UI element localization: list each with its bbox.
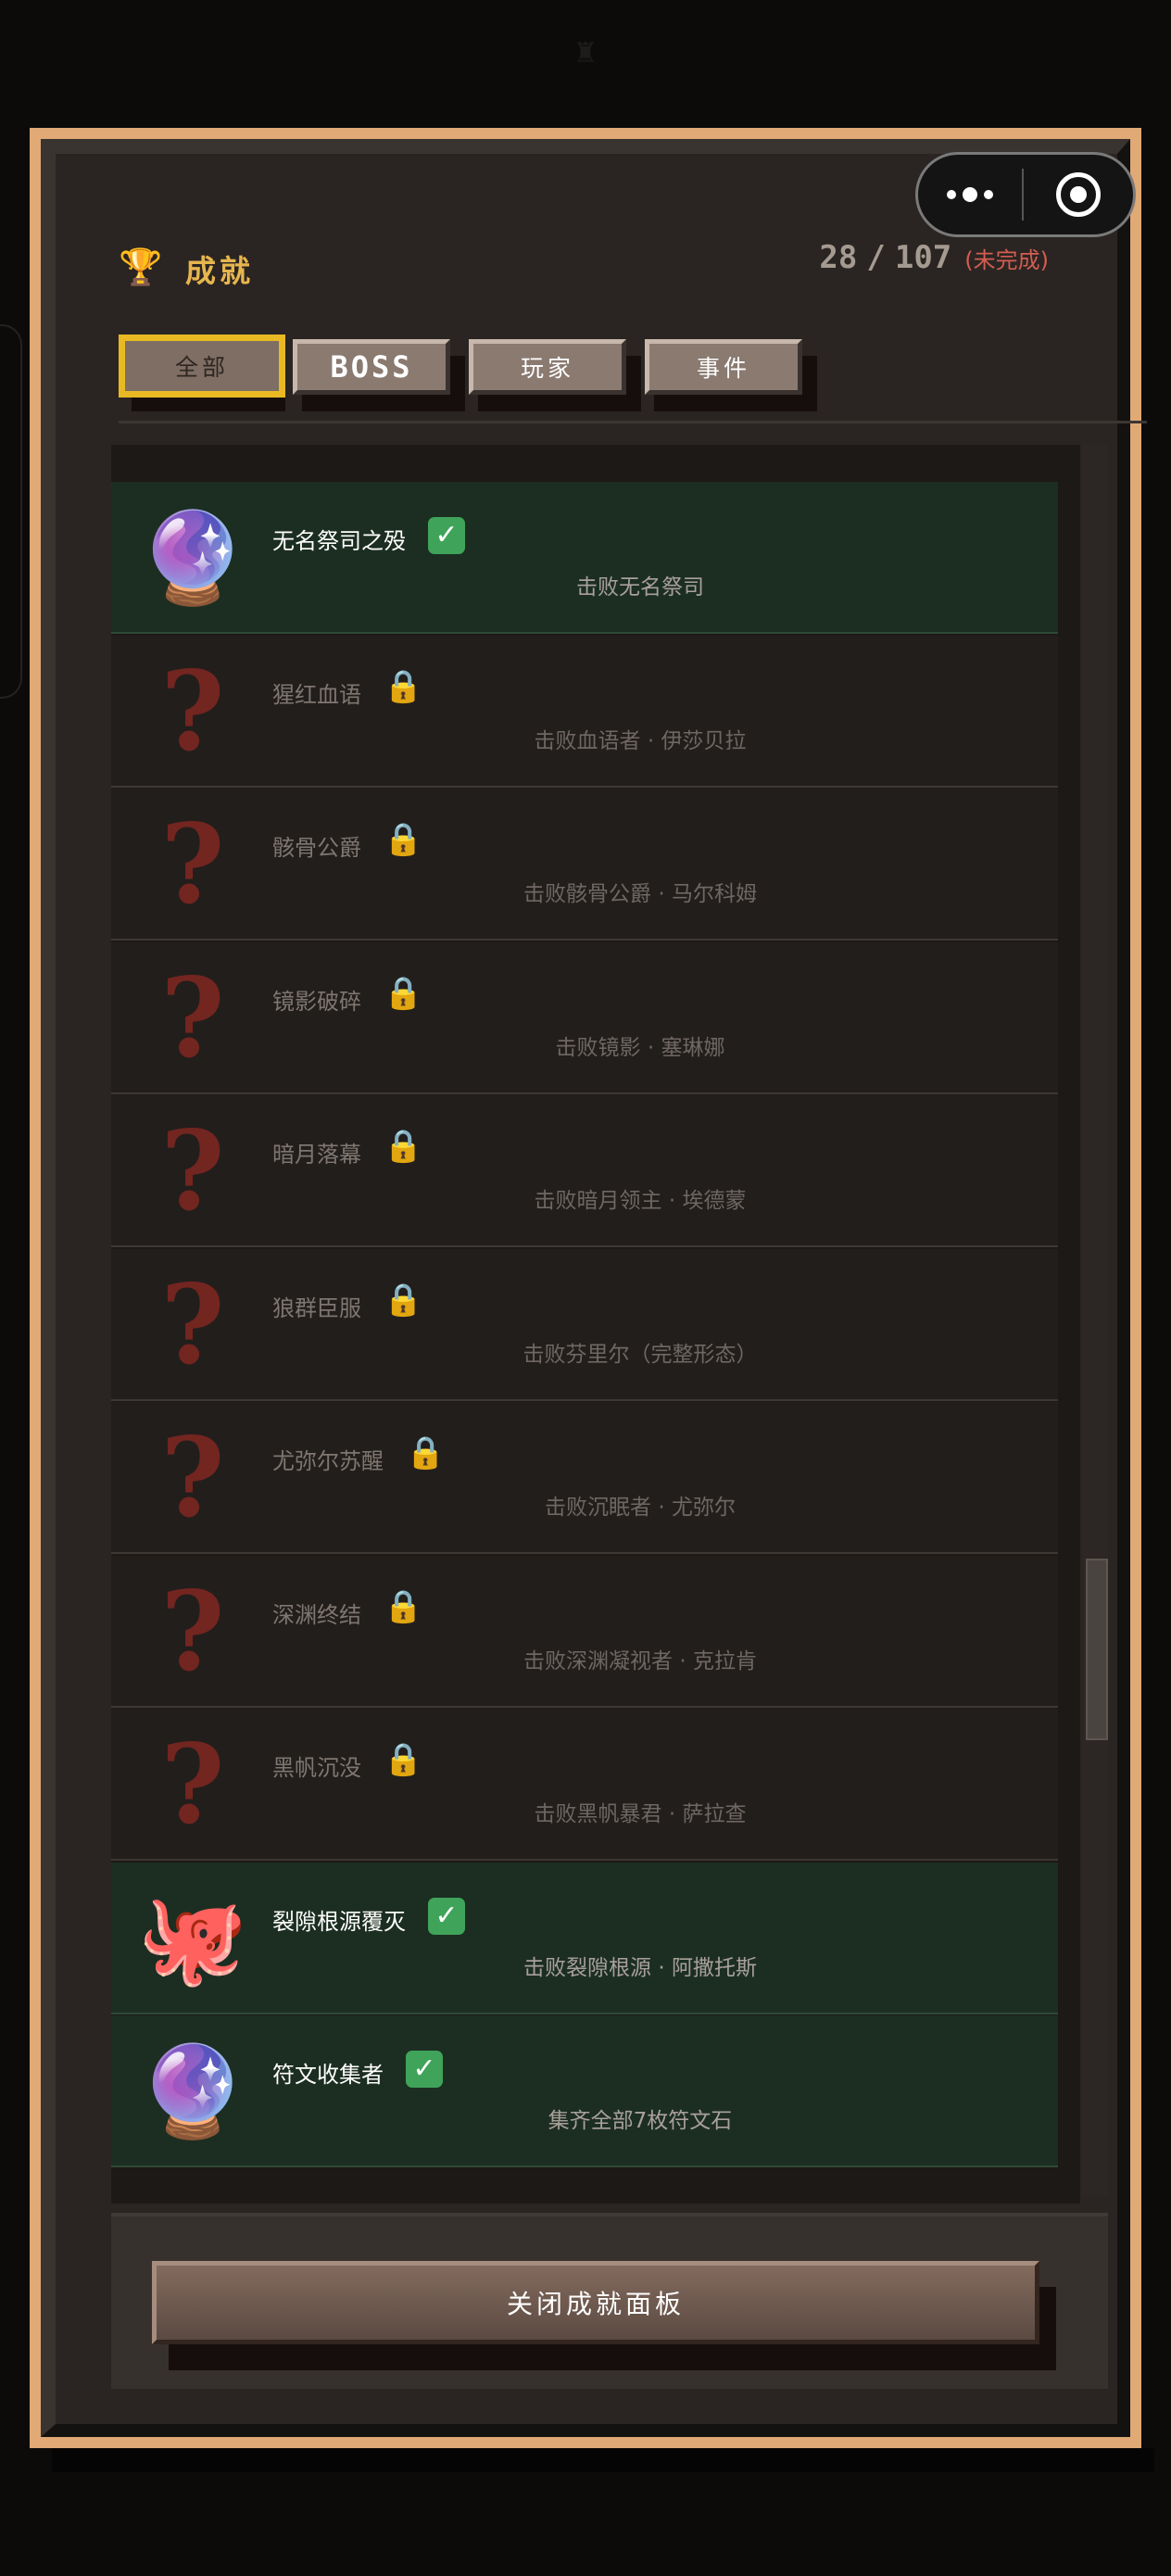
achievement-name: 黑帆沉没 bbox=[272, 1755, 361, 1781]
achievement-name: 尤弥尔苏醒 bbox=[272, 1448, 384, 1474]
scrollbar[interactable] bbox=[1082, 445, 1108, 2196]
background-title: ♜ bbox=[573, 37, 598, 69]
completed-count: 28 bbox=[819, 239, 858, 276]
check-badge-icon: ✓ bbox=[406, 2051, 443, 2088]
achievement-name: 裂隙根源覆灭 bbox=[272, 1908, 406, 1935]
achievement-name: 狼群臣服 bbox=[272, 1294, 361, 1321]
check-badge-icon: ✓ bbox=[428, 1897, 465, 1935]
achievement-row: ? 骸骨公爵 🔒 击败骸骨公爵 · 马尔科姆 bbox=[111, 789, 1058, 941]
achievement-description: 击败沉眠者 · 尤弥尔 bbox=[545, 1496, 736, 1520]
panel-header: 🏆 成就 28/107 (未完成) bbox=[119, 234, 1080, 298]
completion-status: (未完成) bbox=[964, 247, 1049, 273]
achievement-row: ? 深渊终结 🔒 击败深渊凝视者 · 克拉肯 bbox=[111, 1555, 1058, 1708]
achievement-description: 击败裂隙根源 · 阿撒托斯 bbox=[523, 1955, 757, 1980]
achievement-row: ? 镜影破碎 🔒 击败镜影 · 塞琳娜 bbox=[111, 941, 1058, 1094]
achievement-description: 击败黑帆暴君 · 萨拉查 bbox=[534, 1802, 747, 1826]
more-menu-icon[interactable] bbox=[918, 155, 1022, 234]
achievement-description: 击败血语者 · 伊莎贝拉 bbox=[534, 728, 747, 753]
achievement-description: 击败无名祭司 bbox=[576, 575, 704, 600]
tab-all[interactable]: 全部 bbox=[119, 335, 285, 398]
achievement-row: ? 暗月落幕 🔒 击败暗月领主 · 埃德蒙 bbox=[111, 1095, 1058, 1247]
lock-icon: 🔒 bbox=[384, 974, 423, 1012]
tabs-divider bbox=[119, 421, 1147, 423]
tab-boss[interactable]: BOSS bbox=[293, 339, 450, 395]
achievement-name: 深渊终结 bbox=[272, 1601, 361, 1628]
achievement-description: 击败深渊凝视者 · 克拉肯 bbox=[523, 1648, 757, 1673]
achievement-description: 集齐全部7枚符文石 bbox=[548, 2109, 733, 2133]
achievement-row: 🔮 无名祭司之殁 ✓ 击败无名祭司 bbox=[111, 482, 1058, 634]
achievement-row: ? 猩红血语 🔒 击败血语者 · 伊莎贝拉 bbox=[111, 635, 1058, 788]
category-tabs: 全部 BOSS 玩家 事件 bbox=[119, 335, 1138, 423]
lock-icon: 🔒 bbox=[384, 1128, 423, 1165]
achievement-name: 骸骨公爵 bbox=[272, 835, 361, 861]
total-count: 107 bbox=[894, 239, 952, 276]
achievement-name: 暗月落幕 bbox=[272, 1142, 361, 1168]
scrollbar-thumb[interactable] bbox=[1086, 1559, 1108, 1740]
achievement-row: ? 黑帆沉没 🔒 击败黑帆暴君 · 萨拉查 bbox=[111, 1709, 1058, 1861]
achievement-name: 猩红血语 bbox=[272, 681, 361, 708]
panel-title: 成就 bbox=[185, 253, 254, 289]
achievement-description: 击败镜影 · 塞琳娜 bbox=[555, 1035, 725, 1060]
achievement-name: 镜影破碎 bbox=[272, 988, 361, 1015]
tab-event[interactable]: 事件 bbox=[645, 339, 802, 395]
achievement-list[interactable]: 🔮 无名祭司之殁 ✓ 击败无名祭司? 猩红血语 🔒 击败血语者 · 伊莎贝拉? 骸骨公爵 🔒 击败… bbox=[111, 445, 1080, 2203]
background-edge bbox=[0, 324, 22, 699]
panel-footer: 关闭成就面板 bbox=[111, 2213, 1108, 2389]
check-badge-icon: ✓ bbox=[428, 517, 465, 554]
lock-icon: 🔒 bbox=[384, 1741, 423, 1778]
achievement-name: 符文收集者 bbox=[272, 2062, 384, 2088]
lock-icon: 🔒 bbox=[384, 1587, 423, 1625]
close-panel-button[interactable]: 关闭成就面板 bbox=[152, 2261, 1039, 2344]
achievement-row: 🐙 裂隙根源覆灭 ✓ 击败裂隙根源 · 阿撒托斯 bbox=[111, 1862, 1058, 2014]
achievement-description: 击败芬里尔（完整形态） bbox=[523, 1342, 758, 1367]
achievement-panel: 🏆 成就 28/107 (未完成) 全部 BOSS 玩家 事件 🔮 无名祭司之殁 ✓ 击… bbox=[30, 128, 1147, 2448]
trophy-icon: 🏆 bbox=[119, 246, 163, 287]
lock-icon: 🔒 bbox=[406, 1434, 446, 1471]
progress-counter: 28/107 (未完成) bbox=[819, 239, 1049, 276]
achievement-row: ? 尤弥尔苏醒 🔒 击败沉眠者 · 尤弥尔 bbox=[111, 1402, 1058, 1554]
mini-program-capsule bbox=[915, 152, 1136, 237]
panel-body: 🏆 成就 28/107 (未完成) 全部 BOSS 玩家 事件 🔮 无名祭司之殁 ✓ 击… bbox=[41, 139, 1147, 2437]
progress-separator: / bbox=[866, 239, 886, 276]
lock-icon: 🔒 bbox=[384, 667, 423, 705]
achievement-description: 击败骸骨公爵 · 马尔科姆 bbox=[523, 882, 757, 906]
lock-icon: 🔒 bbox=[384, 821, 423, 858]
close-mini-program-icon[interactable] bbox=[1024, 172, 1133, 217]
achievement-name: 无名祭司之殁 bbox=[272, 528, 406, 554]
lock-icon: 🔒 bbox=[384, 1281, 423, 1319]
tab-player[interactable]: 玩家 bbox=[469, 339, 626, 395]
achievement-row: ? 狼群臣服 🔒 击败芬里尔（完整形态） bbox=[111, 1248, 1058, 1401]
panel-shadow bbox=[52, 2448, 1154, 2472]
achievement-description: 击败暗月领主 · 埃德蒙 bbox=[534, 1189, 747, 1213]
achievement-row: 🔮 符文收集者 ✓ 集齐全部7枚符文石 bbox=[111, 2015, 1058, 2167]
